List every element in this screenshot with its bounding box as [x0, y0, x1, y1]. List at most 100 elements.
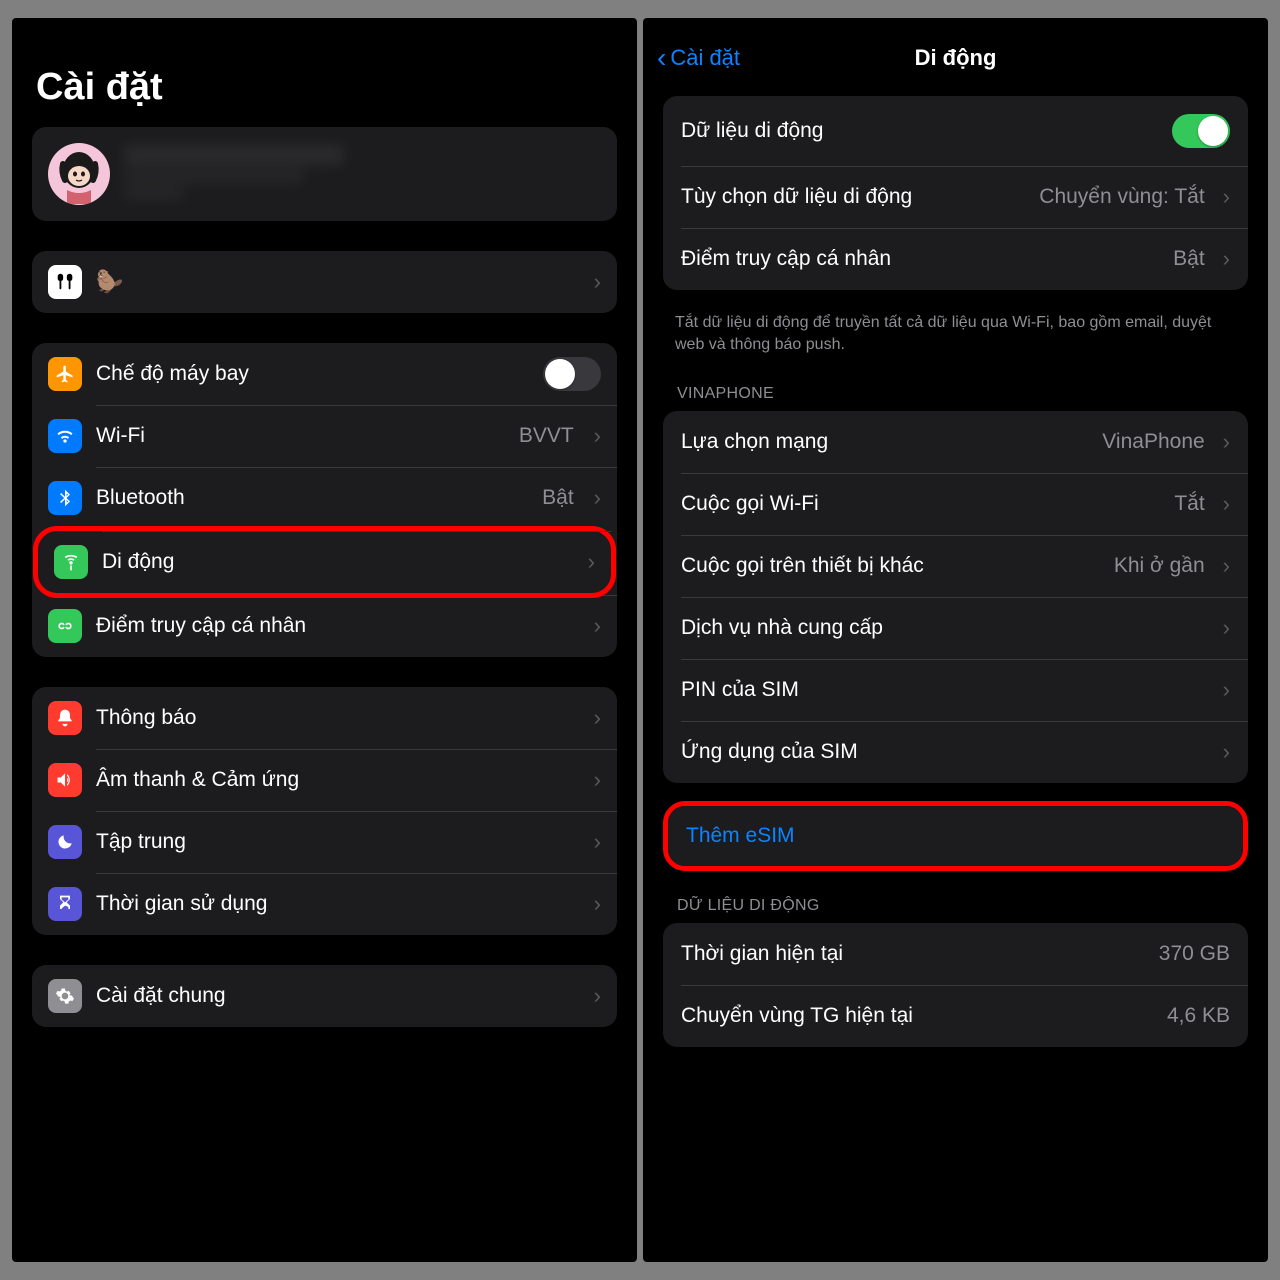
chevron-right-icon: › — [1223, 739, 1230, 765]
roam-label: Chuyển vùng TG hiện tại — [681, 1004, 1155, 1028]
speaker-icon — [48, 763, 82, 797]
airplane-icon — [48, 357, 82, 391]
nav-header: ‹ Cài đặt Di động — [643, 36, 1268, 96]
chevron-right-icon: › — [1223, 246, 1230, 272]
network-label: Lựa chọn mạng — [681, 430, 1090, 454]
wificall-value: Tắt — [1174, 492, 1204, 516]
back-label: Cài đặt — [670, 45, 740, 71]
wifi-calling-row[interactable]: Cuộc gọi Wi-Fi Tắt › — [663, 473, 1248, 535]
add-esim-highlight: Thêm eSIM — [663, 801, 1248, 871]
chevron-right-icon: › — [594, 767, 601, 793]
gear-icon — [48, 979, 82, 1013]
hotspot-row[interactable]: Điểm truy cập cá nhân › — [32, 595, 617, 657]
screentime-row[interactable]: Thời gian sử dụng › — [32, 873, 617, 935]
general-label: Cài đặt chung — [96, 984, 574, 1008]
back-button[interactable]: ‹ Cài đặt — [657, 44, 740, 72]
airplane-toggle[interactable] — [543, 357, 601, 391]
chevron-right-icon: › — [594, 613, 601, 639]
avatar — [48, 143, 110, 205]
sim-pin-label: PIN của SIM — [681, 678, 1205, 702]
carrier-serv-label: Dịch vụ nhà cung cấp — [681, 616, 1205, 640]
data-usage-header: DỮ LIỆU DI ĐỘNG — [643, 889, 1268, 923]
sim-pin-row[interactable]: PIN của SIM › — [663, 659, 1248, 721]
wifi-icon — [48, 419, 82, 453]
chevron-right-icon: › — [1223, 429, 1230, 455]
focus-row[interactable]: Tập trung › — [32, 811, 617, 873]
chevron-right-icon: › — [1223, 615, 1230, 641]
wifi-label: Wi-Fi — [96, 424, 505, 448]
wifi-value: BVVT — [519, 424, 574, 448]
airplane-label: Chế độ máy bay — [96, 362, 529, 386]
airpods-row[interactable]: 🦫 › — [32, 251, 617, 313]
personal-hotspot-row[interactable]: Điểm truy cập cá nhân Bật › — [663, 228, 1248, 290]
cell-opts-value: Chuyển vùng: Tắt — [1039, 185, 1204, 209]
device-emoji: 🦫 — [96, 269, 123, 295]
data-usage-group: Thời gian hiện tại 370 GB Chuyển vùng TG… — [663, 923, 1248, 1047]
current-period-row[interactable]: Thời gian hiện tại 370 GB — [663, 923, 1248, 985]
sim-apps-row[interactable]: Ứng dụng của SIM › — [663, 721, 1248, 783]
chevron-right-icon: › — [594, 891, 601, 917]
alerts-group: Thông báo › Âm thanh & Cảm ứng › Tập tru… — [32, 687, 617, 935]
hourglass-icon — [48, 887, 82, 921]
cell-opts-label: Tùy chọn dữ liệu di động — [681, 185, 1027, 209]
airpods-group: 🦫 › — [32, 251, 617, 313]
otherdev-label: Cuộc gọi trên thiết bị khác — [681, 554, 1102, 578]
sim-apps-label: Ứng dụng của SIM — [681, 740, 1205, 764]
chevron-right-icon: › — [594, 485, 601, 511]
cellular-data-toggle[interactable] — [1172, 114, 1230, 148]
bluetooth-row[interactable]: Bluetooth Bật › — [32, 467, 617, 529]
cellular-label: Di động — [102, 550, 568, 574]
network-group: Chế độ máy bay Wi-Fi BVVT › Bluetooth Bậ… — [32, 343, 617, 657]
network-selection-row[interactable]: Lựa chọn mạng VinaPhone › — [663, 411, 1248, 473]
airpods-icon — [48, 265, 82, 299]
chevron-right-icon: › — [594, 983, 601, 1009]
hotspot-label: Điểm truy cập cá nhân — [96, 614, 574, 638]
screentime-label: Thời gian sử dụng — [96, 892, 574, 916]
add-esim-button[interactable]: Thêm eSIM — [668, 806, 1243, 866]
hotspot-value: Bật — [1173, 247, 1205, 271]
notifications-row[interactable]: Thông báo › — [32, 687, 617, 749]
cellular-row[interactable]: Di động › — [33, 526, 616, 598]
carrier-header: VINAPHONE — [643, 377, 1268, 411]
bluetooth-label: Bluetooth — [96, 486, 528, 510]
sounds-label: Âm thanh & Cảm ứng — [96, 768, 574, 792]
cellular-data-row[interactable]: Dữ liệu di động — [663, 96, 1248, 166]
cellular-icon — [54, 545, 88, 579]
chevron-right-icon: › — [594, 423, 601, 449]
moon-icon — [48, 825, 82, 859]
airplane-mode-row[interactable]: Chế độ máy bay — [32, 343, 617, 405]
wifi-row[interactable]: Wi-Fi BVVT › — [32, 405, 617, 467]
period-label: Thời gian hiện tại — [681, 942, 1147, 966]
cellular-data-label: Dữ liệu di động — [681, 119, 1160, 143]
chevron-right-icon: › — [1223, 553, 1230, 579]
wificall-label: Cuộc gọi Wi-Fi — [681, 492, 1162, 516]
calls-other-devices-row[interactable]: Cuộc gọi trên thiết bị khác Khi ở gần › — [663, 535, 1248, 597]
bluetooth-icon — [48, 481, 82, 515]
cellular-options-row[interactable]: Tùy chọn dữ liệu di động Chuyển vùng: Tắ… — [663, 166, 1248, 228]
cellular-panel: ‹ Cài đặt Di động Dữ liệu di động Tùy ch… — [643, 18, 1268, 1262]
hotspot-icon — [48, 609, 82, 643]
nav-title: Di động — [915, 45, 997, 71]
chevron-right-icon: › — [594, 829, 601, 855]
chevron-right-icon: › — [1223, 184, 1230, 210]
chevron-right-icon: › — [594, 705, 601, 731]
chevron-left-icon: ‹ — [657, 44, 666, 72]
focus-label: Tập trung — [96, 830, 574, 854]
profile-text — [124, 145, 601, 203]
roaming-period-row[interactable]: Chuyển vùng TG hiện tại 4,6 KB — [663, 985, 1248, 1047]
roam-value: 4,6 KB — [1167, 1004, 1230, 1028]
chevron-right-icon: › — [594, 269, 601, 295]
chevron-right-icon: › — [1223, 677, 1230, 703]
carrier-services-row[interactable]: Dịch vụ nhà cung cấp › — [663, 597, 1248, 659]
bluetooth-value: Bật — [542, 486, 574, 510]
page-title: Cài đặt — [12, 36, 637, 127]
hotspot-label: Điểm truy cập cá nhân — [681, 247, 1161, 271]
apple-id-card[interactable] — [32, 127, 617, 221]
sounds-row[interactable]: Âm thanh & Cảm ứng › — [32, 749, 617, 811]
general-row[interactable]: Cài đặt chung › — [32, 965, 617, 1027]
cellular-footer: Tắt dữ liệu di động để truyền tất cả dữ … — [643, 302, 1268, 377]
settings-panel: Cài đặt 🦫 — [12, 18, 637, 1262]
period-value: 370 GB — [1159, 942, 1230, 966]
general-group: Cài đặt chung › — [32, 965, 617, 1027]
chevron-right-icon: › — [1223, 491, 1230, 517]
